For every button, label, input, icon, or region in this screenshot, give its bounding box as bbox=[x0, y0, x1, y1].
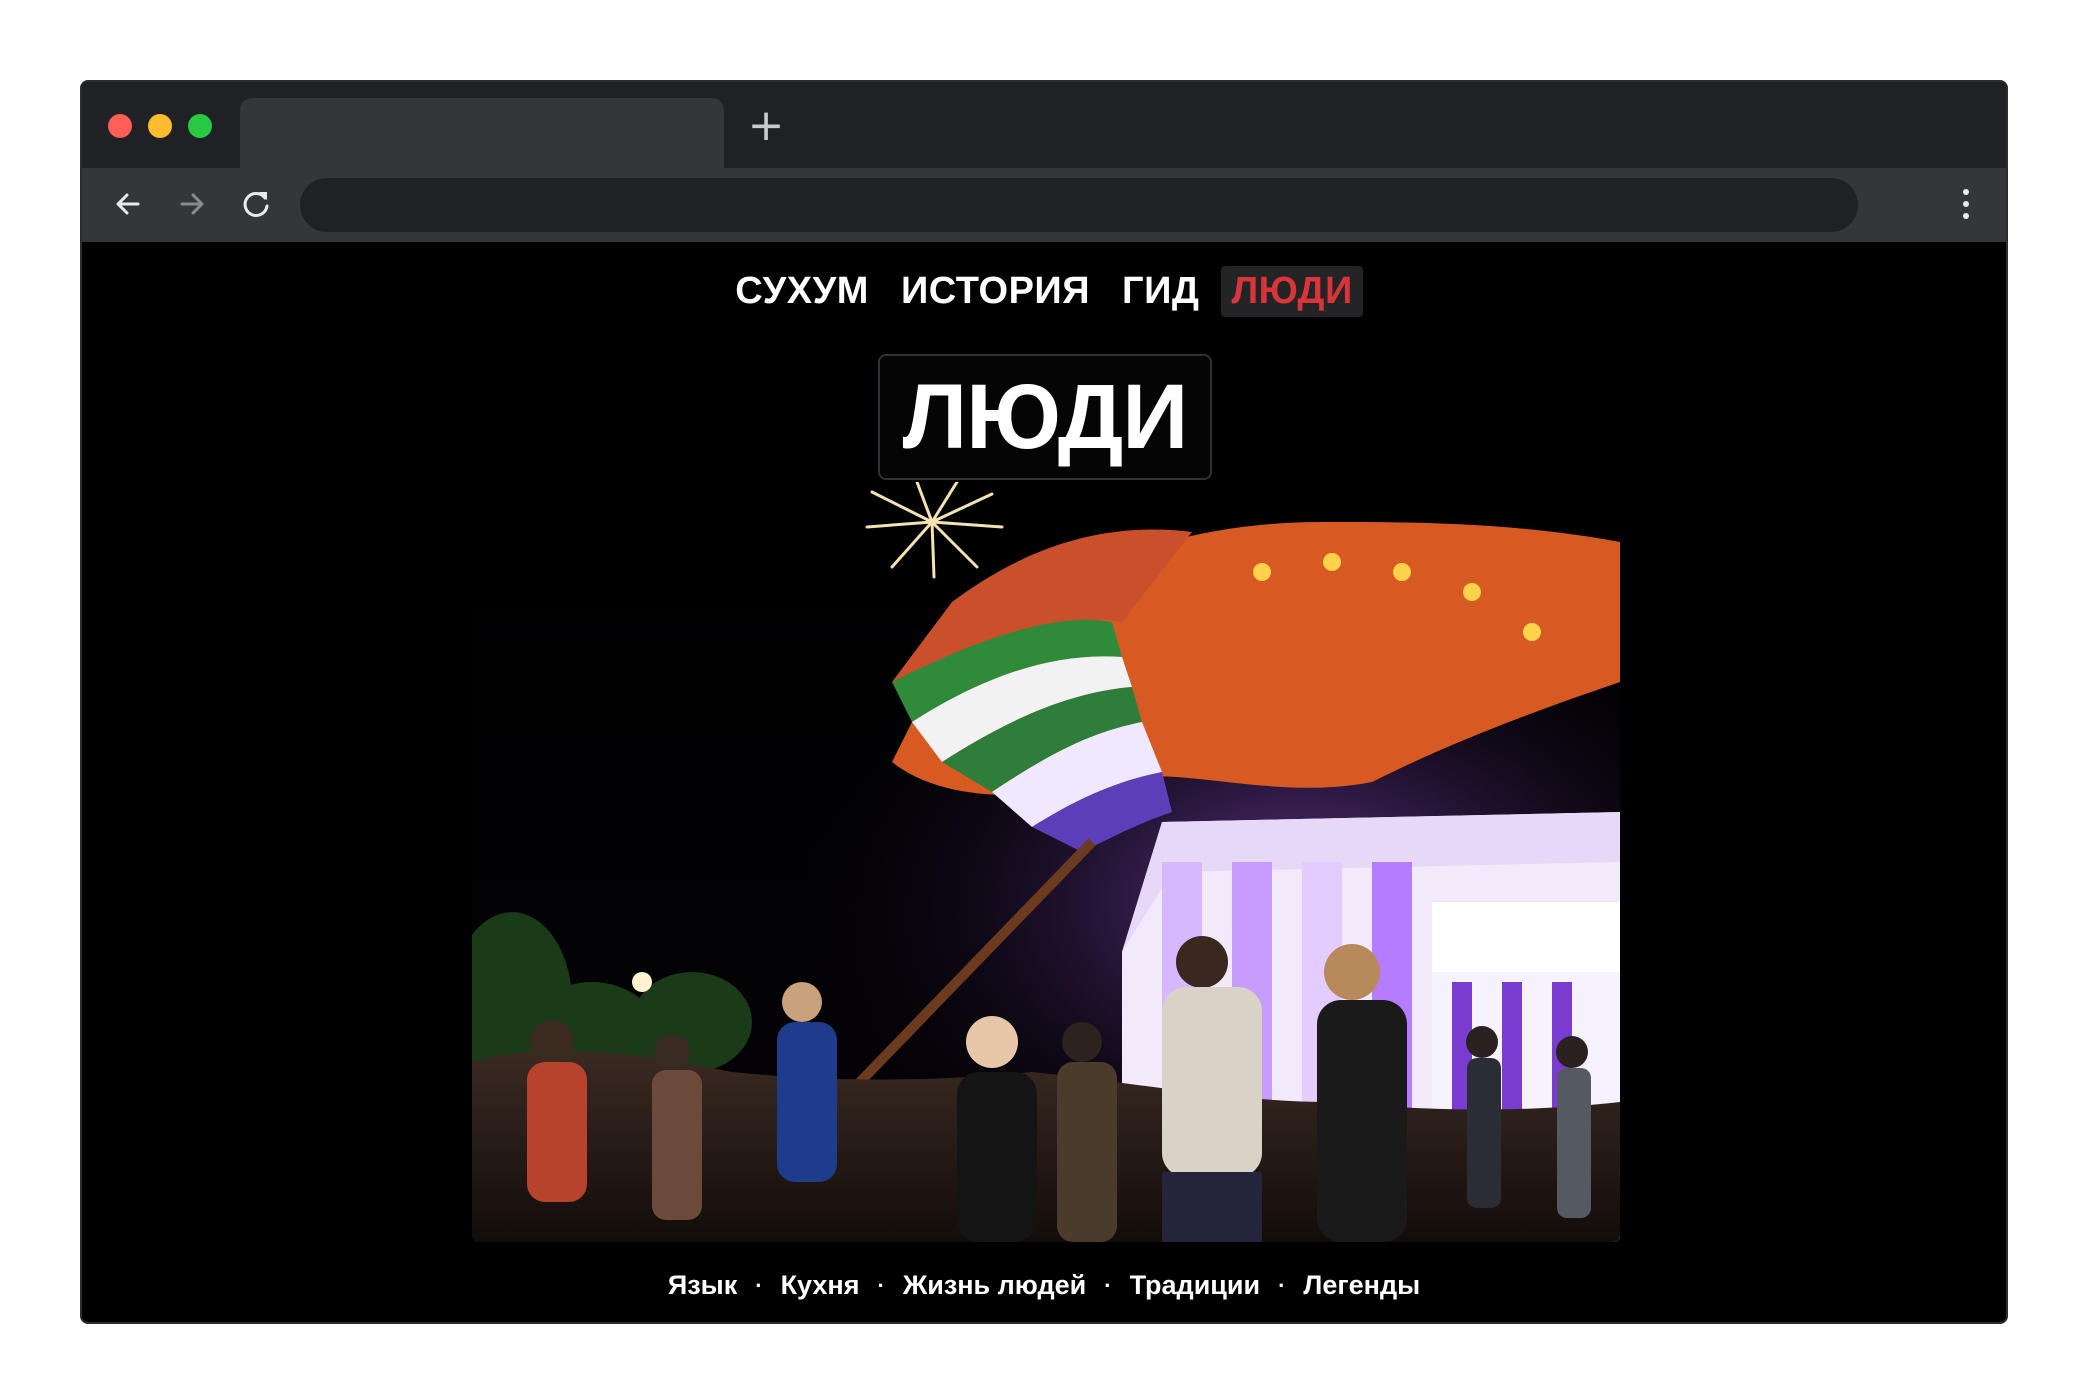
reload-button[interactable] bbox=[236, 184, 276, 224]
close-window-button[interactable] bbox=[108, 114, 132, 138]
section-link-legends[interactable]: Легенды bbox=[1303, 1270, 1420, 1301]
separator: · bbox=[755, 1272, 763, 1298]
browser-window: + СУХУМ ИСТОРИЯ ГИД ЛЮДИ ЛЮДИ Язык · Кух… bbox=[80, 80, 2008, 1324]
section-link-cuisine[interactable]: Кухня bbox=[781, 1270, 860, 1301]
maximize-window-button[interactable] bbox=[188, 114, 212, 138]
section-link-life[interactable]: Жизнь людей bbox=[903, 1270, 1086, 1301]
address-bar[interactable] bbox=[300, 178, 1858, 232]
section-link-language[interactable]: Язык bbox=[668, 1270, 737, 1301]
title-bar: + bbox=[82, 82, 2006, 168]
section-link-traditions[interactable]: Традиции bbox=[1130, 1270, 1261, 1301]
minimize-window-button[interactable] bbox=[148, 114, 172, 138]
kebab-menu-icon[interactable] bbox=[1956, 186, 1976, 224]
new-tab-button[interactable]: + bbox=[744, 104, 788, 148]
arrow-right-icon bbox=[180, 193, 204, 215]
nav-item-guide[interactable]: ГИД bbox=[1112, 266, 1209, 317]
back-button[interactable] bbox=[108, 184, 148, 224]
hero-photo bbox=[472, 482, 1620, 1242]
nav-item-people[interactable]: ЛЮДИ bbox=[1221, 266, 1363, 317]
nav-item-history[interactable]: ИСТОРИЯ bbox=[891, 266, 1100, 317]
forward-button[interactable] bbox=[172, 184, 212, 224]
section-nav: Язык · Кухня · Жизнь людей · Традиции · … bbox=[82, 1270, 2006, 1301]
nav-item-sukhum[interactable]: СУХУМ bbox=[725, 266, 879, 317]
main-nav: СУХУМ ИСТОРИЯ ГИД ЛЮДИ bbox=[82, 266, 2006, 317]
separator: · bbox=[1104, 1272, 1112, 1298]
page-title: ЛЮДИ bbox=[878, 354, 1212, 480]
browser-toolbar bbox=[82, 168, 2006, 242]
separator: · bbox=[1278, 1272, 1286, 1298]
browser-tab[interactable] bbox=[240, 98, 724, 168]
reload-icon bbox=[243, 191, 269, 217]
separator: · bbox=[877, 1272, 885, 1298]
arrow-left-icon bbox=[116, 193, 140, 215]
page-content: СУХУМ ИСТОРИЯ ГИД ЛЮДИ ЛЮДИ Язык · Кухня… bbox=[82, 242, 2006, 1322]
